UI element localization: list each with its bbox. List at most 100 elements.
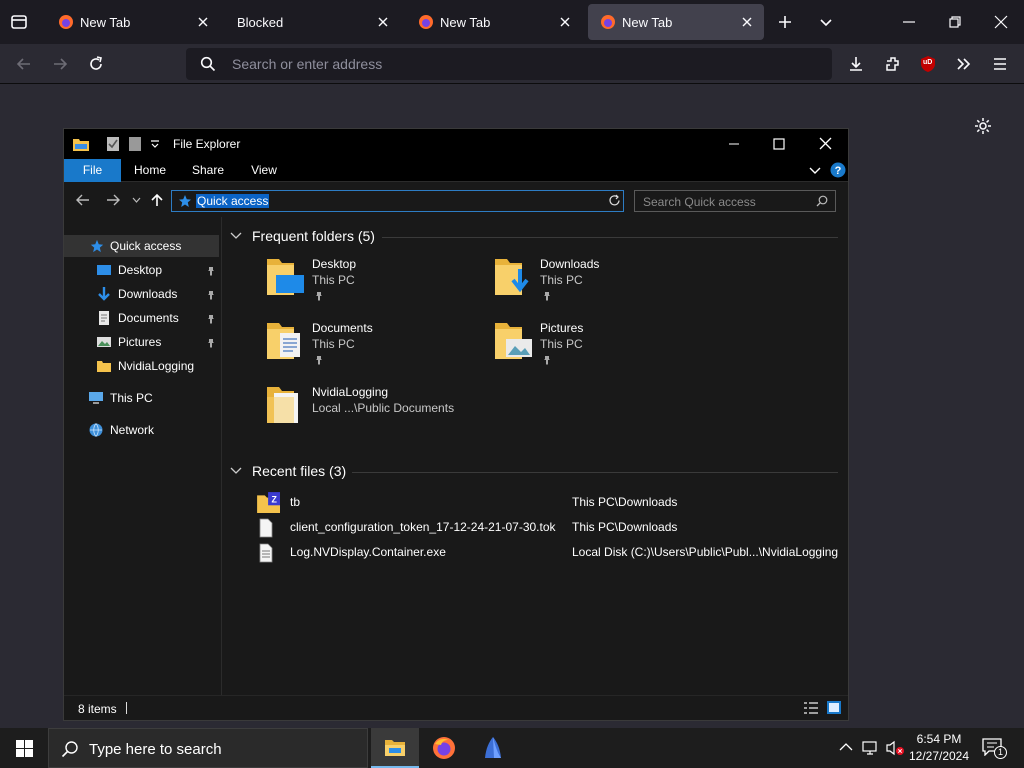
recent-file-row[interactable]: client_configuration_token_17-12-24-21-0… <box>256 516 846 538</box>
minimize-icon[interactable] <box>728 138 740 150</box>
close-tab-icon[interactable] <box>376 15 390 29</box>
tab-2[interactable]: Blocked <box>224 4 400 40</box>
navigation-pane: Quick access Desktop Downloads Documents… <box>64 233 221 695</box>
close-tab-icon[interactable] <box>558 15 572 29</box>
tab-label: New Tab <box>440 14 491 30</box>
nav-documents[interactable]: Documents <box>96 307 179 329</box>
nav-downloads[interactable]: Downloads <box>96 283 177 305</box>
pin-icon <box>208 267 214 276</box>
status-bar: 8 items <box>64 695 848 720</box>
window-title: File Explorer <box>173 137 241 151</box>
frequent-folder-tile[interactable]: Desktop This PC <box>266 255 486 315</box>
folder-location: Local ...\Public Documents <box>312 401 455 415</box>
recent-file-row[interactable]: Log.NVDisplay.Container.exe Local Disk (… <box>256 541 846 563</box>
tab-label: New Tab <box>622 14 673 30</box>
recent-file-row[interactable]: Z tb This PC\Downloads <box>256 491 846 513</box>
nav-pictures[interactable]: Pictures <box>96 331 161 353</box>
frequent-folder-tile[interactable]: Pictures This PC <box>494 319 714 379</box>
ublock-origin-icon[interactable]: uD <box>919 55 937 73</box>
list-all-tabs-icon[interactable] <box>818 15 834 31</box>
settings-gear-icon[interactable] <box>974 117 992 135</box>
address-field[interactable]: Quick access <box>171 190 645 212</box>
ribbon-tab-file[interactable]: File <box>64 159 121 182</box>
new-tab-icon[interactable] <box>777 14 793 30</box>
expand-ribbon-icon[interactable] <box>809 166 821 176</box>
extensions-icon[interactable] <box>884 55 902 73</box>
group-title: Recent files (3) <box>252 463 347 479</box>
help-icon[interactable]: ? <box>830 162 846 178</box>
ribbon-tab-share[interactable]: Share <box>184 159 232 182</box>
pin-icon <box>544 292 550 301</box>
frequent-folders-header[interactable]: Frequent folders (5) <box>230 228 375 244</box>
documents-folder-icon <box>267 323 300 359</box>
maximize-icon[interactable] <box>773 138 785 150</box>
back-icon[interactable] <box>15 55 33 73</box>
nav-quick-access[interactable]: Quick access <box>64 235 219 257</box>
forward-icon[interactable] <box>51 55 69 73</box>
close-tab-icon[interactable] <box>740 15 754 29</box>
taskbar-search-box[interactable]: Type here to search <box>48 728 368 768</box>
properties-icon[interactable] <box>106 136 120 152</box>
show-hidden-icons-chevron-icon[interactable] <box>839 742 853 752</box>
nav-network[interactable]: Network <box>88 419 154 441</box>
frequent-folder-tile[interactable]: Downloads This PC <box>494 255 714 315</box>
windows-taskbar: Type here to search 6:54 PM 12/27/2024 1 <box>0 728 1024 768</box>
taskbar-firefox[interactable] <box>420 728 468 768</box>
address-placeholder: Search or enter address <box>232 56 383 72</box>
forward-icon[interactable] <box>106 194 120 206</box>
close-icon[interactable] <box>819 137 832 150</box>
svg-text:?: ? <box>835 165 842 177</box>
nav-nvidialogging[interactable]: NvidiaLogging <box>96 355 194 377</box>
firefox-view-icon[interactable] <box>10 13 28 31</box>
action-center-button[interactable]: 1 <box>982 738 1007 760</box>
folder-name: Documents <box>312 321 373 335</box>
tab-4-active[interactable]: New Tab <box>588 4 764 40</box>
blank-file-icon <box>259 518 273 538</box>
search-field[interactable]: Search Quick access <box>634 190 836 212</box>
nav-desktop[interactable]: Desktop <box>96 259 162 281</box>
quick-access-star-icon <box>90 239 104 253</box>
customize-toolbar-icon[interactable] <box>150 139 160 149</box>
quick-access-star-icon <box>179 195 191 207</box>
frequent-folder-tile[interactable]: NvidiaLogging Local ...\Public Documents <box>266 383 486 443</box>
taskbar-app[interactable] <box>469 728 517 768</box>
close-tab-icon[interactable] <box>196 15 210 29</box>
tab-3[interactable]: New Tab <box>406 4 582 40</box>
file-explorer-icon <box>385 740 405 756</box>
up-icon[interactable] <box>151 193 163 207</box>
downloads-icon[interactable] <box>847 55 865 73</box>
pin-icon <box>316 356 322 365</box>
address-toolbar: Quick access Search Quick access <box>64 183 848 217</box>
address-bar[interactable]: Search or enter address <box>186 48 832 80</box>
firefox-icon <box>433 737 455 759</box>
volume-muted-icon[interactable] <box>885 740 905 756</box>
network-status-icon[interactable] <box>862 740 880 756</box>
details-view-icon[interactable] <box>803 701 819 715</box>
pin-icon <box>208 339 214 348</box>
taskbar-file-explorer[interactable] <box>371 728 419 768</box>
frequent-folder-tile[interactable]: Documents This PC <box>266 319 486 379</box>
close-window-icon[interactable] <box>994 15 1008 29</box>
file-explorer-window: File Explorer File Home Share View ? Qui… <box>63 128 849 721</box>
notification-count-badge: 1 <box>994 746 1007 759</box>
system-clock[interactable]: 6:54 PM 12/27/2024 <box>906 731 972 765</box>
more-tools-icon[interactable] <box>955 55 973 73</box>
menu-icon[interactable] <box>991 55 1009 73</box>
nav-label: NvidiaLogging <box>118 359 195 373</box>
minimize-icon[interactable] <box>902 15 916 29</box>
nav-label: Desktop <box>118 263 163 277</box>
new-folder-icon[interactable] <box>128 136 142 152</box>
desktop-folder-icon <box>267 259 304 295</box>
windows-start-icon[interactable] <box>16 740 33 757</box>
recent-locations-icon[interactable] <box>132 196 141 204</box>
recent-files-header[interactable]: Recent files (3) <box>230 463 346 479</box>
back-icon[interactable] <box>76 194 90 206</box>
refresh-icon[interactable] <box>608 194 621 207</box>
large-icons-view-icon[interactable] <box>826 700 842 715</box>
ribbon-tab-view[interactable]: View <box>240 159 288 182</box>
nav-this-pc[interactable]: This PC <box>88 387 153 409</box>
reload-icon[interactable] <box>87 55 105 73</box>
ribbon-tab-home[interactable]: Home <box>126 159 174 182</box>
tab-1[interactable]: New Tab <box>46 4 220 40</box>
restore-icon[interactable] <box>948 15 962 29</box>
